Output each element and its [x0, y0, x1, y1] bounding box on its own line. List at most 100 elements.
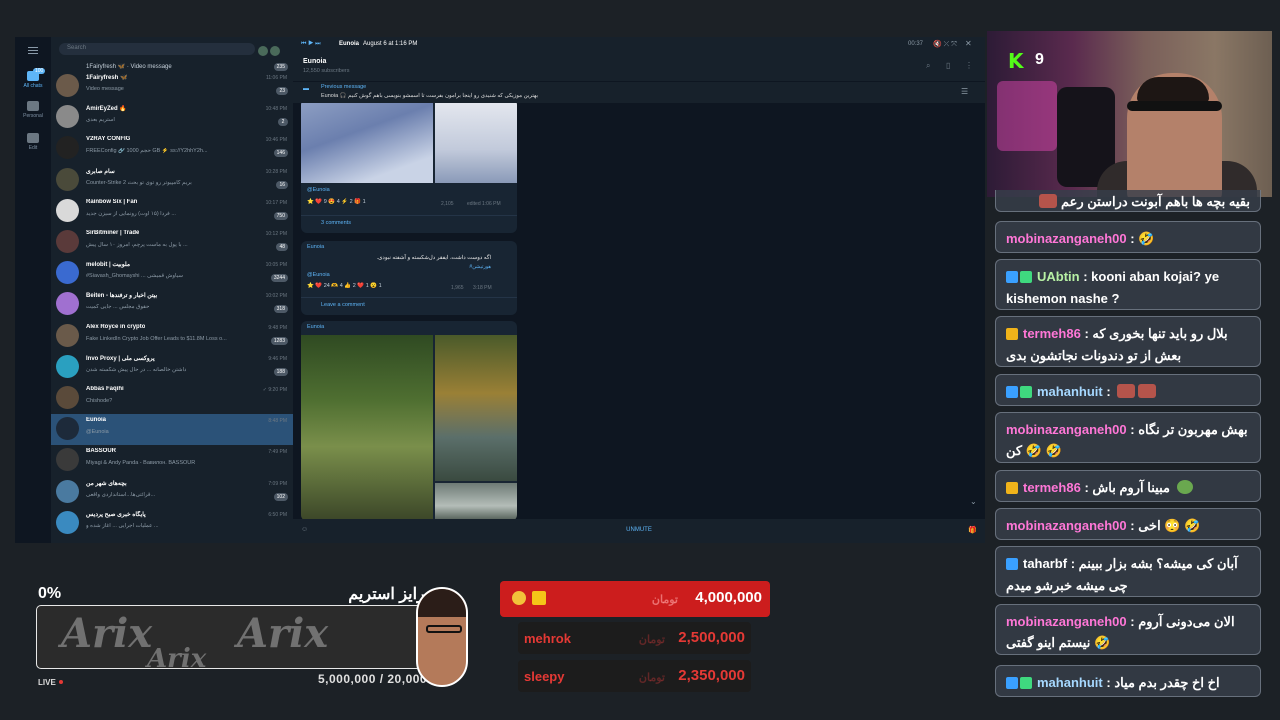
- brand-watermark: Arix: [237, 610, 329, 657]
- channel-name[interactable]: Eunoia: [303, 58, 326, 65]
- close-icon[interactable]: ✕: [965, 39, 972, 48]
- chat-list-item[interactable]: Alex Royce in crypto Fake LinkedIn Crypto…: [51, 321, 293, 352]
- chat-preview: فردا (۱۵ اوت) رونمایی از سیزن جدید ...: [86, 210, 176, 217]
- search-icon[interactable]: ⌕: [926, 61, 930, 71]
- chat-list-item[interactable]: Eunoia @Eunoia 8:48 PM: [51, 414, 293, 446]
- chat-preview: حقوق مجلس ... جایی کمیت: [86, 304, 150, 311]
- player-volume-icon[interactable]: 🔇 ⤫ ⤧: [933, 40, 957, 49]
- live-dot-icon: [58, 680, 63, 684]
- chat-list-item[interactable]: V2RAY CONFIG FREEConfig 🔗 1000 حجم GB ⚡ s…: [51, 133, 293, 164]
- emote-icon: [1176, 480, 1193, 494]
- chat-list-item[interactable]: melobit | ملوبیت #Siavash_Ghomayshi ... س…: [51, 258, 293, 289]
- chat-preview: Video message: [86, 86, 124, 92]
- chat-name: Beiten - بیتن اخبار و ترفندها: [86, 293, 158, 300]
- emote-icon: [1138, 384, 1157, 398]
- menu-icon[interactable]: [28, 47, 38, 54]
- chat-list-item[interactable]: Rainbow Six | Fan فردا (۱۵ اوت) رونمایی ا…: [51, 196, 293, 227]
- chat-list-item[interactable]: Beiten - بیتن اخبار و ترفندها حقوق مجلس .…: [51, 289, 293, 320]
- chat-name: سام صابری: [86, 168, 115, 175]
- donation-amount: 2,500,000: [678, 629, 745, 646]
- badge-icon: [1006, 558, 1018, 571]
- chat-list-item[interactable]: بچه‌های شهر من قرائتی‌ها...استانداردی واق…: [51, 477, 293, 508]
- chat-message: mahanhuit :: [995, 374, 1261, 406]
- emoji-icon[interactable]: ☺: [301, 526, 308, 533]
- chat-list-item[interactable]: 1Fairyfresh 🦋 Video message 11:06 PM 23: [51, 71, 293, 102]
- story-avatars[interactable]: [258, 43, 286, 56]
- post-reactions[interactable]: ⭐ ❤️ 9 😍 4 ⚡ 2 🎁 1: [307, 199, 366, 205]
- folder-personal[interactable]: Personal: [15, 101, 51, 119]
- unread-badge: 750: [273, 211, 288, 220]
- pinned-title: Previous message: [321, 84, 367, 90]
- goal-amount: 5,000,000 / 20,000: [318, 672, 428, 686]
- chat-time: 6:50 PM: [268, 511, 287, 518]
- player-controls-icon[interactable]: ⏮ ▶ ⏭: [301, 41, 321, 48]
- sidebar-toggle-icon[interactable]: ▯: [946, 61, 950, 70]
- goal-progress-bar: Arix Arix Arix: [36, 605, 431, 669]
- post-photo[interactable]: [301, 335, 433, 519]
- post-views: 2,105: [441, 201, 454, 207]
- chat-text: : مبینا آروم باش: [1084, 480, 1170, 495]
- streamer-avatar: [416, 587, 468, 687]
- kick-viewer-badge: K 9: [1008, 46, 1056, 73]
- folder-badge: 100: [33, 68, 46, 74]
- player-date: August 6 at 1:16 PM: [363, 41, 418, 47]
- chat-header: Eunoia 12,550 subscribers ⌕ ▯ ⋮: [293, 53, 985, 81]
- pin-list-icon[interactable]: ☰: [961, 87, 968, 96]
- message-list: @Eunoia ⭐ ❤️ 9 😍 4 ⚡ 2 🎁 1 2,105 edited …: [301, 103, 521, 519]
- post-photo[interactable]: [435, 103, 517, 183]
- chat-username: termeh86: [1023, 480, 1081, 495]
- chat-list-item[interactable]: BASSOUR Miyagi & Andy Panda - Вавилон. BA…: [51, 445, 293, 476]
- post-handle[interactable]: @Eunoia: [307, 272, 330, 278]
- pinned-message[interactable]: ▬ Previous message Eunoia 🎧 بهترین موزیک…: [293, 81, 985, 103]
- post-handle[interactable]: @Eunoia: [307, 187, 330, 193]
- badge-icon: [1006, 271, 1018, 284]
- chat-time: 8:48 PM: [268, 418, 287, 425]
- chat-name: بچه‌های شهر من: [86, 480, 127, 487]
- audio-player: ⏮ ▶ ⏭ Eunoia August 6 at 1:16 PM 00:37 🔇…: [293, 37, 985, 53]
- chat-list-item[interactable]: سام صابری Counter-Strike 2 بریم کامپیوتر …: [51, 165, 293, 196]
- post-author: Eunoia: [307, 244, 325, 250]
- chat-name: Eunoia: [86, 417, 107, 424]
- post-photo[interactable]: [435, 335, 517, 481]
- search-input[interactable]: Search: [59, 43, 255, 55]
- chat-list-item[interactable]: پایگاه خبری صبح پردیس عملیات اجرایی ... آ…: [51, 508, 293, 539]
- chat-list-item[interactable]: SirBitminer | Trade با پول به ماست پرچم، …: [51, 227, 293, 258]
- more-icon[interactable]: ⋮: [965, 61, 973, 70]
- post-time: 3:18 PM: [473, 285, 492, 291]
- chat-time: 10:46 PM: [265, 137, 287, 144]
- chat-time: 10:28 PM: [265, 168, 287, 175]
- post-photo[interactable]: [301, 103, 433, 183]
- leave-comment-button[interactable]: Leave a comment: [301, 297, 517, 313]
- comments-button[interactable]: 3 comments: [301, 215, 517, 231]
- post-reactions[interactable]: ⭐ ❤️ 24 🫶 4 👍 2 ❤️ 1 😮 1: [307, 283, 382, 289]
- chat-time: 9:46 PM: [268, 355, 287, 362]
- folder-all-chats[interactable]: 100 All chats: [15, 68, 51, 89]
- post-photo[interactable]: [435, 483, 517, 519]
- chat-username: mobinazanganeh00: [1006, 614, 1127, 629]
- gift-icon[interactable]: 🎁: [968, 526, 977, 534]
- chat-username: mobinazanganeh00: [1006, 422, 1127, 437]
- folder-label: Personal: [23, 113, 43, 119]
- chat-time: 7:49 PM: [268, 449, 287, 456]
- folder-edit[interactable]: Edit: [15, 133, 51, 151]
- channel-post: Eunoia: [301, 321, 517, 519]
- unread-badge: 146: [273, 149, 288, 158]
- post-hashtag[interactable]: #هورتیشن: [469, 264, 491, 270]
- chat-list-item[interactable]: Invo Proxy | پروکسی ملی داشتن خالصانه ...…: [51, 352, 293, 383]
- pinned-icon: ▬: [303, 86, 309, 92]
- donation-unit: تومان: [638, 634, 665, 646]
- chat-list-item[interactable]: Abbas Faqihi Chishode? ✓ 9:20 PM: [51, 383, 293, 414]
- unread-badge: 23: [276, 87, 288, 95]
- scroll-down-icon[interactable]: ⌄: [970, 497, 977, 506]
- chat-list-item[interactable]: AmirEyZed 🔥 استریم بعدی 10:48 PM 2: [51, 102, 293, 133]
- chat-text: : اخ اخ چقدر بدم میاد: [1106, 675, 1220, 690]
- chat-view: ⏮ ▶ ⏭ Eunoia August 6 at 1:16 PM 00:37 🔇…: [293, 37, 985, 543]
- unread-badge: 3244: [270, 274, 288, 283]
- subscriber-count: 12,550 subscribers: [303, 68, 350, 74]
- badge-icon: [1006, 386, 1018, 399]
- unmute-button[interactable]: UNMUTE: [626, 527, 652, 533]
- streamer-hair: [1137, 77, 1209, 103]
- goal-percent: 0%: [38, 585, 62, 602]
- unread-badge: 48: [276, 243, 288, 251]
- donation-top: تومان 4,000,000: [500, 581, 770, 617]
